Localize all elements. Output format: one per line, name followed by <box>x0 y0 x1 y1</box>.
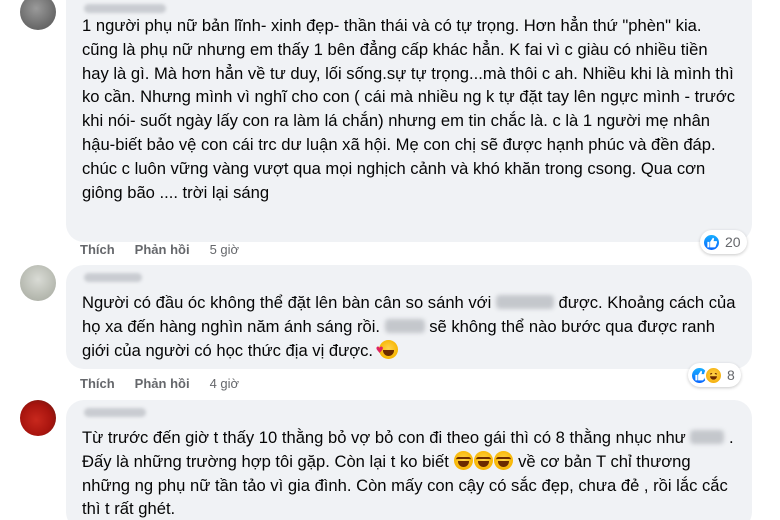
like-reaction-icon <box>702 232 721 252</box>
haha-reaction-icon <box>704 365 723 385</box>
comment-bubble: Người có đầu óc không thể đặt lên bàn câ… <box>66 265 752 369</box>
redacted-name <box>384 318 425 333</box>
redacted-name <box>495 295 554 309</box>
comment-actions: Thích Phản hồi 4 giờ <box>80 376 239 391</box>
author-name-blurred[interactable] <box>84 408 146 417</box>
smiling-face-with-hearts-icon <box>376 339 398 363</box>
comment-time[interactable]: 5 giờ <box>210 242 240 257</box>
comment-bubble: 1 người phụ nữ bản lĩnh- xinh đẹp- thần … <box>66 0 752 242</box>
laughing-face-icon <box>494 450 514 470</box>
comment-text: Người có đầu óc không thể đặt lên bàn câ… <box>82 291 738 363</box>
laughing-face-icon <box>454 450 474 470</box>
reaction-summary[interactable]: 8 <box>688 363 741 387</box>
comment-time[interactable]: 4 giờ <box>210 376 240 391</box>
author-name-blurred[interactable] <box>84 4 166 13</box>
reaction-summary[interactable]: 20 <box>700 230 747 254</box>
reply-link[interactable]: Phản hồi <box>135 242 190 257</box>
avatar[interactable] <box>20 400 56 436</box>
avatar[interactable] <box>20 0 56 30</box>
comment-text-part-1: Từ trước đến giờ t thấy 10 thằng bỏ vợ b… <box>82 428 686 447</box>
author-name-blurred[interactable] <box>84 273 142 282</box>
reply-link[interactable]: Phản hồi <box>135 376 190 391</box>
avatar[interactable] <box>20 265 56 301</box>
comment-bubble: Từ trước đến giờ t thấy 10 thằng bỏ vợ b… <box>66 400 752 520</box>
like-link[interactable]: Thích <box>80 242 115 257</box>
reaction-count: 20 <box>725 234 741 250</box>
like-link[interactable]: Thích <box>80 376 115 391</box>
comment-text-continued: chúc c luôn vững vàng vượt qua mọi nghịc… <box>82 158 706 202</box>
reaction-count: 8 <box>727 367 735 383</box>
comment-actions: Thích Phản hồi 5 giờ <box>80 242 239 257</box>
laughing-face-icon <box>474 450 494 470</box>
comment-text: Từ trước đến giờ t thấy 10 thằng bỏ vợ b… <box>82 426 738 520</box>
comment-text: 1 người phụ nữ bản lĩnh- xinh đẹp- thần … <box>82 16 735 154</box>
redacted-name <box>690 430 725 444</box>
comment-text-part-1: Người có đầu óc không thể đặt lên bàn câ… <box>82 293 492 312</box>
